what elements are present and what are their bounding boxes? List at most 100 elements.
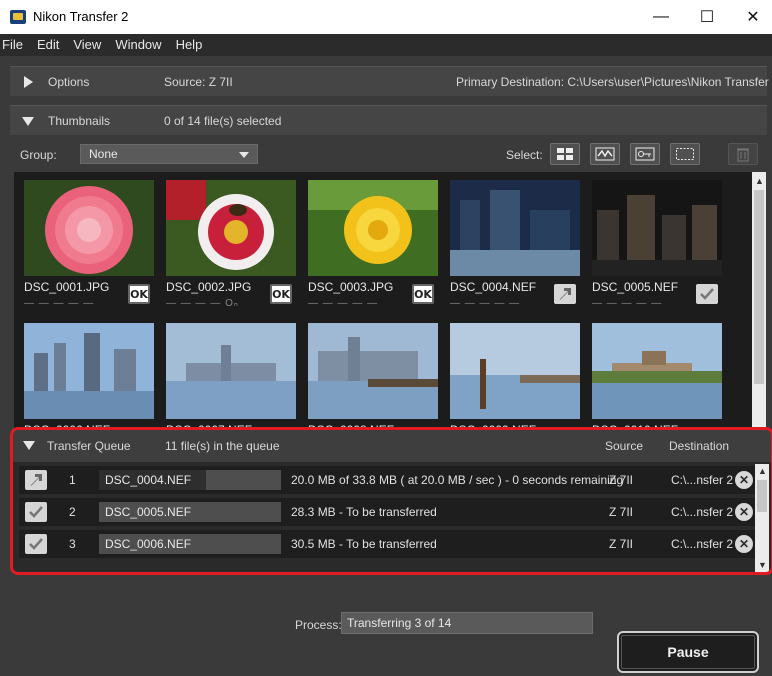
queue-filename: DSC_0004.NEF <box>105 473 192 487</box>
thumbnail-grid: DSC_0001.JPG — — — — — OK DSC_0002.JPG — — —… <box>14 172 766 464</box>
options-bar[interactable]: Options Source: Z 7II Primary Destinatio… <box>10 66 772 96</box>
close-button[interactable]: ✕ <box>730 0 772 34</box>
thumbnail-image[interactable] <box>166 180 296 276</box>
transfer-arrow-icon[interactable] <box>25 470 47 490</box>
menu-file[interactable]: File <box>0 34 29 56</box>
queue-destination: C:\...nsfer 2 <box>671 473 734 487</box>
key-icon <box>635 147 655 161</box>
process-status-field: Transferring 3 of 14 <box>341 612 593 634</box>
group-label: Group: <box>20 148 57 162</box>
transferred-ok-badge[interactable]: OK <box>128 284 150 304</box>
thumbnail-image[interactable] <box>24 323 154 419</box>
delete-button[interactable] <box>728 143 758 165</box>
thumbnail-image[interactable] <box>450 180 580 276</box>
queue-index: 2 <box>69 505 76 519</box>
thumbnail-scrollbar[interactable]: ▲ ▼ <box>752 172 766 464</box>
thumbnail-filename: DSC_0005.NEF <box>592 280 679 294</box>
select-new-button[interactable] <box>590 143 620 165</box>
menu-help[interactable]: Help <box>168 34 209 56</box>
thumbnail-image[interactable] <box>166 323 296 419</box>
queue-index: 1 <box>69 473 76 487</box>
thumbnail-image[interactable] <box>308 180 438 276</box>
queue-destination: C:\...nsfer 2 <box>671 505 734 519</box>
thumbnail-filename: DSC_0003.JPG <box>308 280 394 294</box>
minimize-button[interactable]: — <box>638 0 684 34</box>
thumbnail-image[interactable] <box>592 323 722 419</box>
column-source[interactable]: Source <box>605 439 643 453</box>
queue-source: Z 7II <box>609 537 634 551</box>
queue-filename-field: DSC_0006.NEF <box>99 534 281 554</box>
app-icon <box>10 10 26 24</box>
transferred-ok-badge[interactable]: OK <box>412 284 434 304</box>
deselect-button[interactable] <box>670 143 700 165</box>
checkmark-icon[interactable] <box>25 502 47 522</box>
select-label: Select: <box>506 148 543 162</box>
scroll-up-icon[interactable]: ▲ <box>758 466 767 476</box>
queue-row[interactable]: 3 DSC_0006.NEF 30.5 MB - To be transferred… <box>19 530 755 558</box>
thumbnail-image[interactable] <box>308 323 438 419</box>
expand-triangle-icon[interactable] <box>24 76 33 88</box>
queue-source: Z 7II <box>609 505 634 519</box>
queue-status: 20.0 MB of 33.8 MB ( at 20.0 MB / sec ) … <box>291 473 624 487</box>
primary-destination-text: Primary Destination: C:\Users\user\Pictu… <box>456 75 772 89</box>
group-dropdown[interactable]: None <box>80 144 258 164</box>
collapse-triangle-icon[interactable] <box>22 117 34 126</box>
thumbnail-image[interactable] <box>450 323 580 419</box>
transfer-queue-header[interactable]: Transfer Queue 11 file(s) in the queue S… <box>13 430 771 462</box>
rating-dashes: — — — — — <box>24 298 95 309</box>
options-label: Options <box>48 75 90 89</box>
column-destination[interactable]: Destination <box>669 439 729 453</box>
group-select-bar: Group: None Select: <box>10 140 767 170</box>
transfer-queue-label: Transfer Queue <box>47 439 131 453</box>
selected-count: 0 of 14 file(s) selected <box>164 114 282 128</box>
queue-filename: DSC_0006.NEF <box>105 537 192 551</box>
wave-icon <box>595 147 615 161</box>
queue-count: 11 file(s) in the queue <box>165 439 280 453</box>
process-label: Process: <box>295 618 342 632</box>
transfer-arrow-icon[interactable] <box>554 284 576 304</box>
scroll-up-icon[interactable]: ▲ <box>755 176 764 186</box>
thumbnail-image[interactable] <box>24 180 154 276</box>
thumbnails-bar[interactable]: Thumbnails 0 of 14 file(s) selected <box>10 105 767 135</box>
transfer-queue-panel: Transfer Queue 11 file(s) in the queue S… <box>10 427 772 575</box>
menu-bar: File Edit View Window Help <box>0 34 772 56</box>
checkmark-icon[interactable] <box>25 534 47 554</box>
queue-row[interactable]: 1 DSC_0004.NEF 20.0 MB of 33.8 MB ( at 20.… <box>19 466 755 494</box>
scroll-down-icon[interactable]: ▼ <box>758 560 767 570</box>
queue-filename-field: DSC_0004.NEF <box>99 470 281 490</box>
maximize-button[interactable]: ☐ <box>684 0 730 34</box>
chevron-down-icon <box>239 152 249 158</box>
checkmark-icon[interactable] <box>696 284 718 304</box>
thumbnail-item[interactable]: DSC_0003.JPG — — — — — OK <box>298 172 438 312</box>
scroll-thumb[interactable] <box>754 190 764 384</box>
scroll-thumb[interactable] <box>757 480 767 512</box>
pause-button[interactable]: Pause <box>617 631 759 673</box>
thumbnails-label: Thumbnails <box>48 114 111 128</box>
dotted-box-icon <box>676 148 694 160</box>
thumbnail-filename: DSC_0002.JPG <box>166 280 252 294</box>
collapse-triangle-icon[interactable] <box>23 441 35 450</box>
thumbnail-item[interactable]: DSC_0004.NEF — — — — — <box>440 172 580 312</box>
grid-icon <box>557 148 573 160</box>
select-protected-button[interactable] <box>630 143 660 165</box>
main-panel: Options Source: Z 7II Primary Destinatio… <box>0 56 772 676</box>
remove-from-queue-icon[interactable]: ✕ <box>735 535 753 553</box>
menu-edit[interactable]: Edit <box>29 34 65 56</box>
menu-view[interactable]: View <box>65 34 107 56</box>
queue-scrollbar[interactable]: ▲ ▼ <box>755 464 769 572</box>
thumbnail-image[interactable] <box>592 180 722 276</box>
thumbnail-filename: DSC_0001.JPG <box>24 280 110 294</box>
menu-window[interactable]: Window <box>107 34 167 56</box>
remove-from-queue-icon[interactable]: ✕ <box>735 503 753 521</box>
rating-dashes: — — — — — <box>592 298 663 309</box>
remove-from-queue-icon[interactable]: ✕ <box>735 471 753 489</box>
thumbnail-item[interactable]: DSC_0001.JPG — — — — — OK <box>14 172 154 312</box>
thumbnail-item[interactable]: DSC_0005.NEF — — — — — <box>582 172 722 312</box>
queue-index: 3 <box>69 537 76 551</box>
queue-row[interactable]: 2 DSC_0005.NEF 28.3 MB - To be transferred… <box>19 498 755 526</box>
queue-source: Z 7II <box>609 473 634 487</box>
thumbnail-filename: DSC_0004.NEF <box>450 280 537 294</box>
transferred-ok-badge[interactable]: OK <box>270 284 292 304</box>
select-all-button[interactable] <box>550 143 580 165</box>
thumbnail-item[interactable]: DSC_0002.JPG — — — — Oₙ OK <box>156 172 296 312</box>
